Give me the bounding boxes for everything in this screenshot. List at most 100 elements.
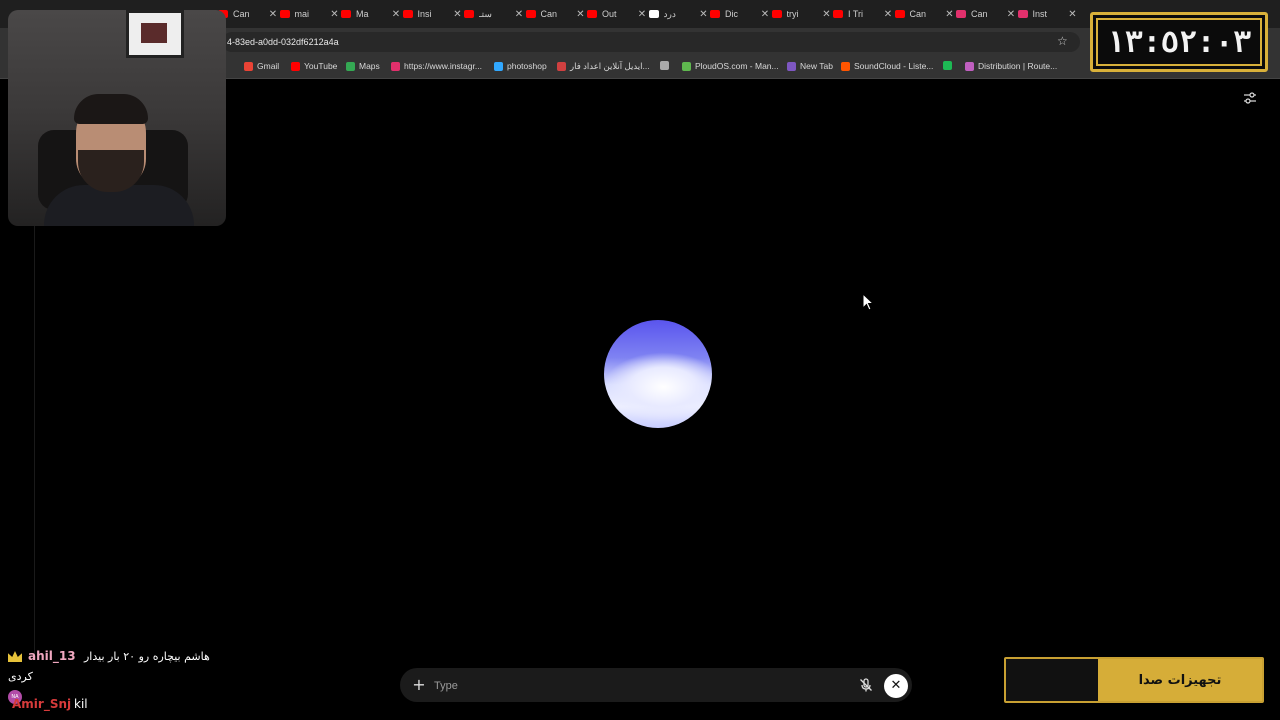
bookmark-label: Gmail [257,61,280,71]
clock-time: ١٣:٥٢:٠٣ [1106,24,1252,60]
tab-close-icon[interactable]: ✕ [268,9,278,20]
end-session-button[interactable]: ✕ [884,674,908,698]
tab-close-icon[interactable]: ✕ [576,9,586,20]
browser-tab[interactable]: tryi ✕ [771,4,832,24]
tab-close-icon[interactable]: ✕ [514,9,524,20]
browser-tab[interactable]: ستـ ✕ [464,4,524,24]
clock-overlay: ١٣:٥٢:٠٣ [1090,12,1268,72]
mic-muted-icon[interactable] [858,677,874,693]
divider [34,226,35,656]
chat-message: هاشم بیچاره رو ۲۰ بار بیدار [84,650,210,663]
tab-title: Can [233,9,250,19]
bookmark-item[interactable]: photoshop [494,61,547,71]
url-text[interactable]: 4-83ed-a0dd-032df6212a4a [227,37,339,47]
tab-close-icon[interactable]: ✕ [330,9,340,20]
browser-tab[interactable]: mai ✕ [279,4,340,24]
browser-tab[interactable]: I Tri ✕ [833,4,893,24]
bookmark-favicon-icon [943,61,952,70]
chat-username: Amir_Snj [12,697,72,711]
bookmark-item[interactable] [943,61,956,70]
tab-favicon-icon [1017,10,1028,18]
sponsor-banner-text: تجهیزات صدا [1138,672,1222,688]
tab-favicon-icon [587,10,597,18]
tab-favicon-icon [956,10,966,18]
bookmark-item[interactable] [660,61,673,70]
tab-favicon-icon [833,10,843,18]
bookmark-favicon-icon [291,61,300,71]
chat-message: kil [74,697,88,711]
tab-close-icon[interactable]: ✕ [945,9,955,20]
tab-title: درد [663,8,676,19]
tab-favicon-icon [710,10,720,18]
message-input[interactable] [432,675,836,697]
tab-favicon-icon [341,10,351,18]
bookmark-favicon-icon [660,61,669,70]
bookmark-favicon-icon [244,61,253,71]
sponsor-banner-label-box: تجهیزات صدا [1098,659,1262,701]
tab-title: tryi [786,9,799,19]
bookmark-label: PloudOS.com - Man... [695,61,779,71]
bookmark-item[interactable]: Distribution | Route... [965,61,1057,71]
browser-tab[interactable]: Can ✕ [525,4,586,24]
bookmark-label: photoshop [507,61,547,71]
bookmark-label: ایدیل آنلاین اعداد فار... [570,61,650,71]
bookmark-label: https://www.instagr... [404,61,482,71]
tab-close-icon[interactable]: ✕ [760,9,770,20]
webcam-overlay [8,10,226,226]
crown-icon [8,651,22,662]
tab-favicon-icon [279,10,290,18]
browser-tab[interactable]: Ma ✕ [341,4,401,24]
tab-title: Can [971,9,988,19]
tab-close-icon[interactable]: ✕ [453,9,463,20]
tab-title: Insi [417,9,432,19]
browser-tab[interactable]: Can ✕ [218,4,278,24]
voice-orb [604,320,712,428]
tab-close-icon[interactable]: ✕ [1068,9,1078,20]
person-hair [74,94,148,124]
tab-favicon-icon [525,10,536,18]
bookmark-item[interactable]: YouTube [291,61,337,71]
bookmark-item[interactable]: Gmail [244,61,279,71]
tab-title: Can [909,9,927,19]
tab-close-icon[interactable]: ✕ [699,9,709,20]
settings-sliders-icon[interactable] [1243,91,1257,105]
browser-tab[interactable]: Out ✕ [587,4,647,24]
tab-close-icon[interactable]: ✕ [637,9,647,20]
bookmark-star-icon[interactable]: ☆ [1057,34,1068,48]
add-attachment-button[interactable]: + [410,676,428,694]
bookmark-favicon-icon [787,61,796,71]
bookmark-favicon-icon [494,61,503,71]
bookmark-label: SoundCloud - Liste... [854,61,934,71]
tab-close-icon[interactable]: ✕ [822,9,832,20]
tab-title: Can [540,9,558,19]
browser-tab[interactable]: Inst ✕ [1017,4,1078,24]
address-bar[interactable] [222,32,1080,52]
tab-title: Out [602,9,617,19]
bookmark-item[interactable]: PloudOS.com - Man... [682,61,779,71]
tab-close-icon[interactable]: ✕ [883,9,893,20]
browser-tab[interactable]: Insi ✕ [402,4,463,24]
tab-title: Dic [725,9,738,19]
tab-favicon-icon [771,10,782,18]
tab-title: I Tri [848,9,863,19]
bookmark-item[interactable]: New Tab [787,61,833,71]
tab-close-icon[interactable]: ✕ [391,9,401,20]
tab-close-icon[interactable]: ✕ [1006,9,1016,20]
bookmark-label: Maps [359,61,380,71]
bookmark-item[interactable]: Maps [346,61,380,71]
bookmark-item[interactable]: https://www.instagr... [391,61,482,71]
browser-tab[interactable]: درد ✕ [648,4,709,24]
bookmark-item[interactable]: ایدیل آنلاین اعداد فار... [557,61,650,72]
bookmark-label: YouTube [304,61,338,71]
tab-title: mai [294,9,310,19]
bookmark-favicon-icon [841,61,850,71]
bookmark-label: Distribution | Route... [978,61,1058,71]
browser-tab[interactable]: Can ✕ [956,4,1016,24]
tab-title: Inst [1032,9,1048,19]
browser-tab[interactable]: Can ✕ [894,4,955,24]
browser-tab[interactable]: Dic ✕ [710,4,770,24]
bookmark-item[interactable]: SoundCloud - Liste... [841,61,933,71]
mouse-cursor-icon [862,293,874,311]
chat-username: ahil_13 [28,649,76,663]
bookmark-favicon-icon [391,61,400,71]
